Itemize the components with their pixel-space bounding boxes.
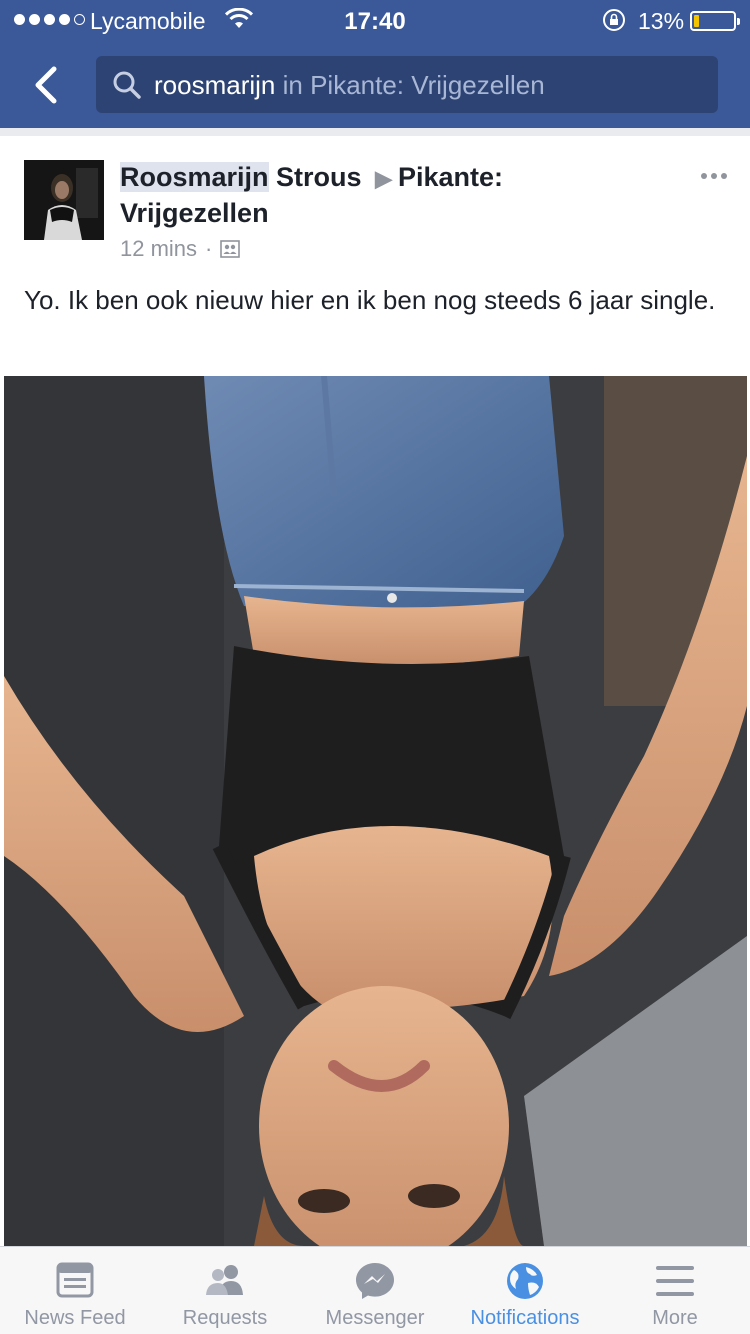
meta-separator: · <box>205 236 213 261</box>
more-options-icon[interactable] <box>690 164 738 188</box>
globe-icon <box>507 1263 543 1299</box>
rotation-lock-icon <box>603 9 625 31</box>
post-card: Roosmarijn Strous ▶ Pikante: Vrijgezellen… <box>0 136 750 1246</box>
tab-label-news-feed: News Feed <box>24 1307 126 1329</box>
avatar[interactable] <box>24 160 104 240</box>
chevron-left-icon <box>35 66 57 104</box>
post-photo[interactable] <box>4 376 747 1246</box>
post-text: Yo. Ik ben ook nieuw hier en ik ben nog … <box>24 285 716 315</box>
back-button[interactable] <box>20 60 70 110</box>
messenger-icon <box>356 1263 394 1299</box>
post-photo-image <box>4 376 747 1246</box>
battery-level-fill <box>694 15 699 27</box>
status-bar: Lycamobile 17:40 13% <box>0 0 750 40</box>
triangle-right-icon: ▶ <box>375 166 392 191</box>
battery-percentage: 13% <box>638 8 685 34</box>
search-query: roosmarijn <box>154 70 276 100</box>
menu-icon <box>656 1266 694 1296</box>
post-time[interactable]: 12 mins <box>120 236 197 262</box>
post-meta: 12 mins · <box>120 236 241 262</box>
search-input[interactable]: roosmarijn in Pikante: Vrijgezellen <box>96 56 718 113</box>
author-last-name[interactable]: Strous <box>276 162 362 192</box>
tab-messenger[interactable]: Messenger <box>300 1247 450 1334</box>
news-feed-icon <box>56 1262 94 1298</box>
tab-requests[interactable]: Requests <box>150 1247 300 1334</box>
post-header: Roosmarijn Strous ▶ Pikante: Vrijgezellen <box>120 160 640 230</box>
tab-notifications[interactable]: Notifications <box>450 1247 600 1334</box>
friends-icon <box>206 1265 243 1295</box>
battery-icon <box>690 11 740 31</box>
group-icon <box>220 240 241 258</box>
tab-label-more: More <box>652 1307 698 1329</box>
tab-label-requests: Requests <box>182 1307 268 1329</box>
tab-more[interactable]: More <box>600 1247 750 1334</box>
author-first-name[interactable]: Roosmarijn <box>120 162 269 192</box>
tab-label-notifications: Notifications <box>470 1307 580 1329</box>
bottom-tab-bar: News Feed Requests Messenger Notificatio… <box>0 1246 750 1334</box>
search-scope: in Pikante: Vrijgezellen <box>282 70 545 100</box>
top-bar: Lycamobile 17:40 13% roosmarijn in Pikan… <box>0 0 750 128</box>
avatar-photo <box>24 160 104 240</box>
search-icon <box>113 71 141 99</box>
tab-label-messenger: Messenger <box>325 1307 425 1329</box>
tab-news-feed[interactable]: News Feed <box>0 1247 150 1334</box>
